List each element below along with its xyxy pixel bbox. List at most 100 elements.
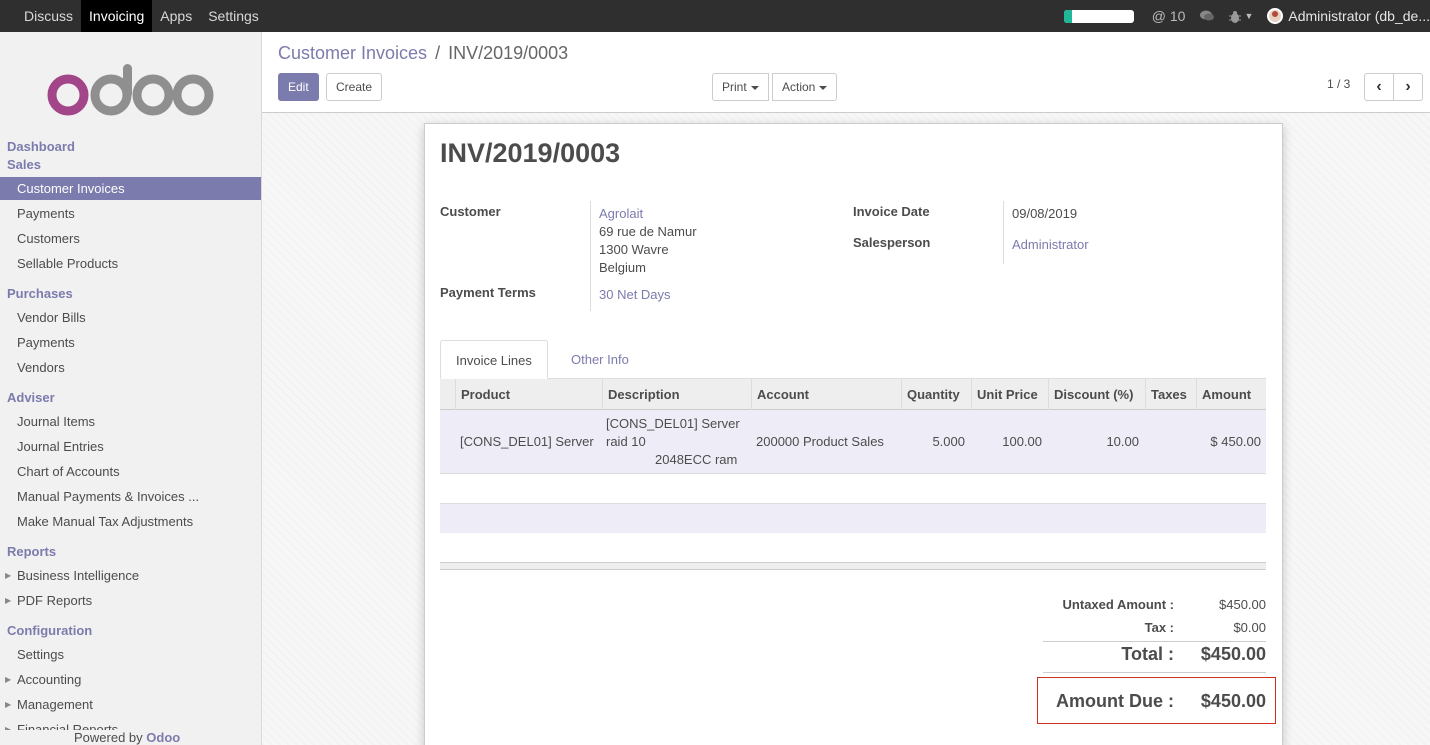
cell-discount: 10.00 [1106,434,1139,449]
menu-apps[interactable]: Apps [152,0,200,32]
sidebar-section-configuration[interactable]: Configuration [0,622,92,640]
sidebar: Dashboard Sales Customer Invoices Paymen… [0,32,262,745]
pager-previous-button[interactable]: ‹ [1364,73,1394,101]
cell-amount: $ 450.00 [1210,434,1261,449]
sidebar-item-manual-payments[interactable]: Manual Payments & Invoices ... [0,485,261,508]
breadcrumb: Customer Invoices / INV/2019/0003 [278,43,568,64]
tab-invoice-lines[interactable]: Invoice Lines [440,340,548,379]
customer-address-street: 69 rue de Namur [599,224,697,239]
sidebar-item-management[interactable]: ▶ Management [0,693,261,716]
column-header-account[interactable]: Account [751,379,901,410]
column-header-description[interactable]: Description [602,379,751,410]
user-name: Administrator (db_de... [1288,8,1430,24]
cell-description-line3: 2048ECC ram [655,452,738,467]
action-dropdown[interactable]: Action [772,73,838,101]
tab-other-info[interactable]: Other Info [556,340,644,379]
mentions-counter[interactable]: @ 10 [1152,8,1186,24]
odoo-logo[interactable] [44,60,214,120]
chevron-down-icon: ▼ [1244,11,1254,21]
caret-right-icon: ▶ [5,596,12,605]
sidebar-item-label: Management [17,697,93,712]
edit-button[interactable]: Edit [278,73,319,101]
sidebar-section-sales[interactable]: Sales [0,156,41,174]
cell-description-line1: [CONS_DEL01] Server [606,416,740,431]
sidebar-item-vendors[interactable]: Vendors [0,356,261,379]
onboarding-progress[interactable] [1063,9,1134,23]
control-panel: Customer Invoices / INV/2019/0003 Edit Cre… [262,32,1430,113]
totals-divider [1043,641,1266,642]
sidebar-item-settings[interactable]: Settings [0,643,261,666]
sidebar-item-label: Business Intelligence [17,568,140,583]
column-header-unit-price[interactable]: Unit Price [971,379,1048,410]
sidebar-item-pdf-reports[interactable]: ▶ PDF Reports [0,589,261,612]
untaxed-amount-label: Untaxed Amount : [1062,597,1174,612]
powered-by-brand[interactable]: Odoo [146,730,180,745]
avatar [1267,8,1284,24]
menu-discuss[interactable]: Discuss [0,0,81,32]
total-value: $450.00 [1200,644,1266,664]
menu-settings[interactable]: Settings [200,0,267,32]
breadcrumb-parent[interactable]: Customer Invoices [278,43,427,63]
untaxed-amount-value: $450.00 [1219,597,1266,612]
cell-description-line2: raid 10 [606,434,646,449]
sidebar-item-label: PDF Reports [17,593,93,608]
invoice-date-value: 09/08/2019 [1012,206,1078,221]
sidebar-item-journal-entries[interactable]: Journal Entries [0,435,261,458]
sidebar-section-reports[interactable]: Reports [0,543,56,561]
sidebar-item-journal-items[interactable]: Journal Items [0,410,261,433]
sidebar-item-customer-invoices[interactable]: Customer Invoices [0,177,261,200]
column-header-quantity[interactable]: Quantity [901,379,971,410]
chat-icon[interactable] [1199,9,1215,23]
pager-value[interactable]: 1 / 3 [1327,77,1350,91]
sidebar-item-vendor-payments[interactable]: Payments [0,331,261,354]
invoice-date-label: Invoice Date [853,204,930,219]
sidebar-section-purchases[interactable]: Purchases [0,285,73,303]
payment-terms-link[interactable]: 30 Net Days [599,286,671,304]
customer-address-country: Belgium [599,260,646,275]
sidebar-item-payments[interactable]: Payments [0,202,261,225]
pager-next-button[interactable]: › [1393,73,1423,101]
customer-link[interactable]: Agrolait [599,205,643,223]
customer-address-city: 1300 Wavre [599,242,669,257]
systray: @ 10 ▼ Administrator (db_de... [1063,0,1430,32]
print-dropdown[interactable]: Print [712,73,769,101]
sidebar-item-chart-of-accounts[interactable]: Chart of Accounts [0,460,261,483]
sidebar-item-accounting[interactable]: ▶ Accounting [0,668,261,691]
progress-fill [1063,9,1073,23]
salesperson-label: Salesperson [853,235,931,250]
amount-due-highlight [1037,677,1276,724]
caret-right-icon: ▶ [5,675,12,684]
column-header-taxes[interactable]: Taxes [1145,379,1196,410]
caret-right-icon: ▶ [5,571,12,580]
sidebar-item-label: Accounting [17,672,82,687]
caret-right-icon: ▶ [5,700,12,709]
chevron-down-icon [750,85,759,90]
cell-unit-price: 100.00 [1002,434,1042,449]
invoice-lines-header: Product Description Account Quantity Uni… [440,379,1266,410]
column-header-product[interactable]: Product [455,379,602,410]
powered-by-text: Powered by [74,730,143,745]
sidebar-item-business-intelligence[interactable]: ▶ Business Intelligence [0,564,261,587]
customer-label: Customer [440,204,501,219]
powered-by: Powered by Odoo [0,730,187,745]
user-menu[interactable]: Administrator (db_de... [1267,8,1430,24]
column-header-discount[interactable]: Discount (%) [1048,379,1145,410]
totals-divider [1043,672,1266,673]
sidebar-section-adviser[interactable]: Adviser [0,389,55,407]
sidebar-item-manual-tax-adjustments[interactable]: Make Manual Tax Adjustments [0,510,261,533]
sidebar-item-sellable-products[interactable]: Sellable Products [0,252,261,275]
sidebar-section-dashboard[interactable]: Dashboard [0,138,75,156]
action-label: Action [782,80,816,94]
create-button[interactable]: Create [326,73,383,101]
menu-invoicing[interactable]: Invoicing [81,0,153,32]
column-header-amount[interactable]: Amount [1196,379,1266,410]
chevron-left-icon: ‹ [1376,78,1382,95]
sidebar-item-customers[interactable]: Customers [0,227,261,250]
table-row[interactable]: [CONS_DEL01] Server [CONS_DEL01] Server … [440,410,1266,474]
table-footer [440,562,1266,570]
salesperson-link[interactable]: Administrator [1012,236,1089,254]
sidebar-item-vendor-bills[interactable]: Vendor Bills [0,306,261,329]
breadcrumb-current: INV/2019/0003 [448,43,569,63]
cell-product: [CONS_DEL01] Server [460,434,594,449]
debug-bug-icon[interactable]: ▼ [1229,10,1253,23]
